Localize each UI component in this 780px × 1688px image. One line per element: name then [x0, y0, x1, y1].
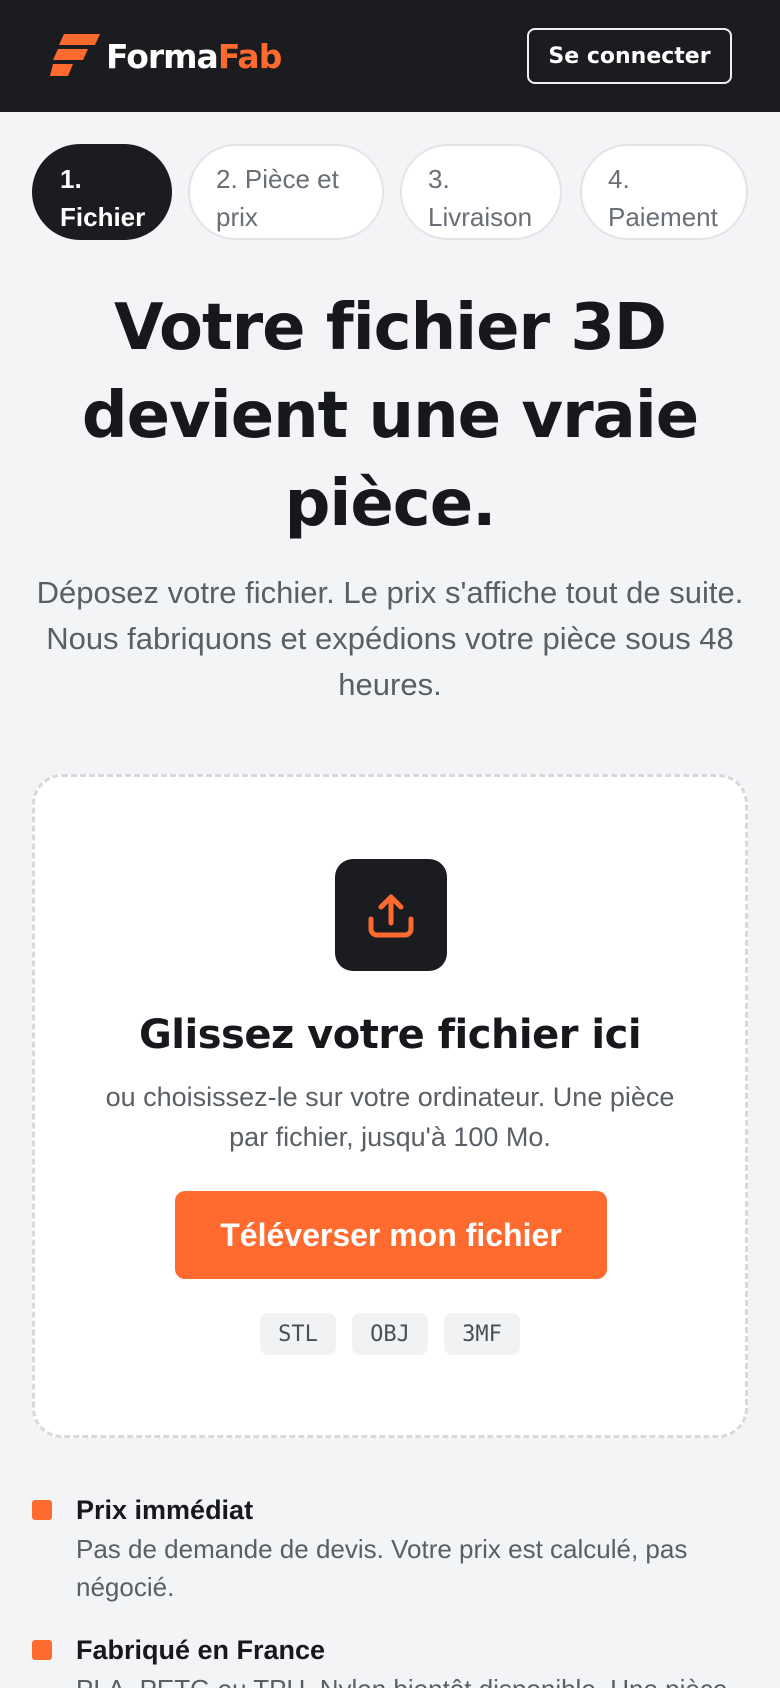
file-dropzone[interactable]: Glissez votre fichier ici ou choisissez-…	[32, 774, 748, 1438]
step-delivery[interactable]: 3. Livraison	[400, 144, 562, 240]
checkout-stepper: 1. Fichier 2. Pièce et prix 3. Livraison…	[32, 144, 748, 240]
upload-file-button[interactable]: Téléverser mon fichier	[175, 1191, 607, 1279]
format-chip-stl: STL	[260, 1313, 336, 1355]
step-file[interactable]: 1. Fichier	[32, 144, 172, 240]
features-list: Prix immédiat Pas de demande de devis. V…	[32, 1490, 748, 1688]
feature-description: Pas de demande de devis. Votre prix est …	[76, 1534, 688, 1602]
dropzone-description: ou choisissez-le sur votre ordinateur. U…	[105, 1082, 675, 1152]
upload-icon	[335, 859, 447, 971]
step-file-label: Fichier	[60, 202, 146, 232]
step-delivery-number: 3.	[428, 164, 450, 194]
step-payment[interactable]: 4. Paiement	[580, 144, 748, 240]
page-title: Votre fichier 3D devient une vraie pièce…	[81, 291, 699, 541]
top-bar: FormaFab Se connecter	[0, 0, 780, 112]
upload-arrow-icon	[368, 894, 414, 938]
bullet-square-icon	[32, 1500, 52, 1520]
formafab-logo-icon	[50, 34, 100, 76]
bullet-square-icon	[32, 1640, 52, 1660]
feature-title: Fabriqué en France	[76, 1635, 326, 1665]
brand-name-part2: Fab	[217, 36, 282, 76]
dropzone-title: Glissez votre fichier ici	[138, 1012, 642, 1058]
step-payment-label: Paiement	[608, 202, 718, 232]
accepted-formats: STL OBJ 3MF	[35, 1313, 745, 1355]
feature-description: PLA, PETG ou TPU. Nylon bientôt disponib…	[76, 1670, 748, 1688]
step-payment-number: 4.	[608, 164, 630, 194]
page-subtitle: Déposez votre fichier. Le prix s'affiche…	[36, 575, 744, 702]
brand-name-part1: Forma	[106, 36, 219, 76]
brand-name: FormaFab	[106, 36, 282, 76]
feature-item: Fabriqué en France PLA, PETG ou TPU. Nyl…	[32, 1630, 748, 1688]
format-chip-obj: OBJ	[352, 1313, 428, 1355]
brand-logo-link[interactable]: FormaFab	[50, 32, 282, 80]
step-part-price-number: 2. Pièce et	[216, 164, 339, 194]
page: FormaFab Se connecter 1. Fichier 2. Pièc…	[0, 0, 780, 1688]
step-part-price[interactable]: 2. Pièce et prix	[188, 144, 384, 240]
feature-item: Prix immédiat Pas de demande de devis. V…	[32, 1490, 748, 1606]
login-button[interactable]: Se connecter	[527, 28, 732, 84]
step-part-price-label: prix	[216, 202, 258, 232]
step-file-number: 1.	[60, 164, 82, 194]
format-chip-3mf: 3MF	[444, 1313, 520, 1355]
feature-title: Prix immédiat	[76, 1495, 254, 1525]
step-delivery-label: Livraison	[428, 202, 533, 232]
